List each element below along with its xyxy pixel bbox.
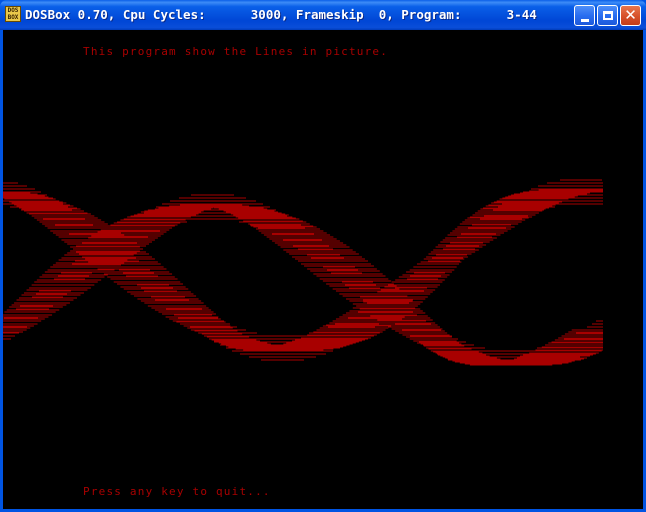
close-button[interactable]: ✕ <box>620 5 641 26</box>
ribbon-lines <box>3 179 603 366</box>
maximize-button[interactable] <box>597 5 618 26</box>
minimize-button[interactable] <box>574 5 595 26</box>
dos-screen[interactable]: This program show the Lines in picture. … <box>3 30 643 509</box>
lines-artwork <box>3 179 603 366</box>
maximize-icon <box>602 11 613 20</box>
minimize-icon <box>580 18 589 22</box>
title-bar[interactable]: DOS BOX DOSBox 0.70, Cpu Cycles: 3000, F… <box>0 0 646 30</box>
dosbox-window: DOS BOX DOSBox 0.70, Cpu Cycles: 3000, F… <box>0 0 646 512</box>
window-title: DOSBox 0.70, Cpu Cycles: 3000, Frameskip… <box>25 7 537 22</box>
quit-prompt-text: Press any key to quit... <box>83 485 271 498</box>
dosbox-app-icon[interactable]: DOS BOX <box>5 6 21 22</box>
close-icon: ✕ <box>624 6 637 24</box>
